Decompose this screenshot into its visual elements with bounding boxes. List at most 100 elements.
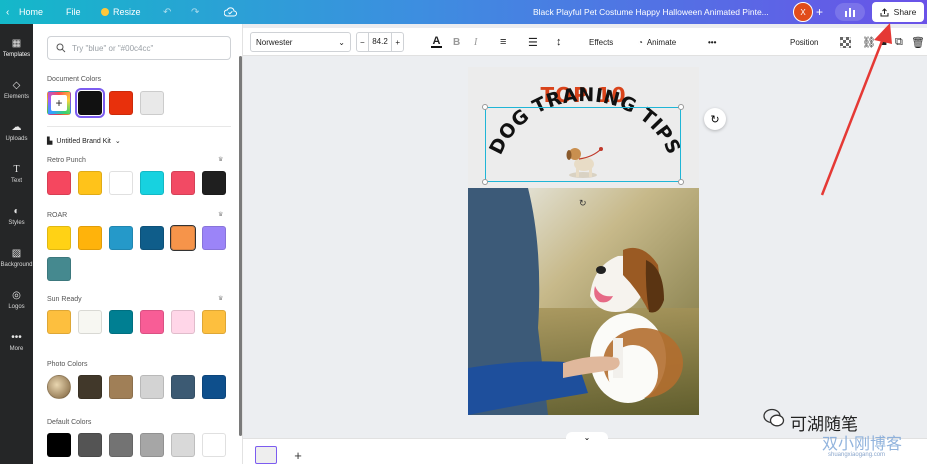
resize-handle[interactable]	[482, 179, 488, 185]
color-swatch[interactable]	[109, 310, 133, 334]
rail-item-templates[interactable]: ▦ Templates	[0, 34, 33, 74]
back-button[interactable]: ‹	[6, 0, 9, 24]
cloud-check-icon	[224, 7, 237, 17]
dog-photo[interactable]	[468, 188, 699, 415]
color-swatch[interactable]	[109, 375, 133, 399]
color-swatch[interactable]	[140, 310, 164, 334]
top-bar: ‹ Home File Resize ↶ ↷ Black Playful Pet…	[0, 0, 927, 24]
color-swatch[interactable]	[140, 433, 164, 457]
file-menu[interactable]: File	[66, 0, 81, 24]
resize-button[interactable]: Resize	[101, 0, 141, 24]
align-button[interactable]: ≡	[500, 28, 506, 56]
rail-label: Elements	[3, 94, 29, 100]
color-swatch[interactable]	[171, 310, 195, 334]
color-swatch[interactable]	[202, 433, 226, 457]
text-color-button[interactable]: A	[431, 28, 442, 56]
undo-icon: ↶	[163, 6, 172, 18]
palette-title: Photo Colors	[47, 361, 88, 368]
animate-button[interactable]: ◔ Animate	[638, 28, 676, 56]
color-swatch[interactable]	[170, 225, 196, 251]
rail-item-more[interactable]: ••• More	[0, 328, 33, 368]
add-page-button[interactable]: +	[290, 448, 306, 464]
home-button[interactable]: Home	[19, 0, 43, 24]
rail-label: Text	[10, 178, 22, 184]
color-swatch[interactable]	[109, 226, 133, 250]
color-swatch[interactable]	[78, 375, 102, 399]
chevron-down-icon: ⌄	[338, 37, 345, 47]
resize-handle[interactable]	[678, 179, 684, 185]
undo-button[interactable]: ↶	[163, 0, 171, 24]
font-size-value[interactable]: 84.2	[367, 33, 393, 51]
resize-handle[interactable]	[482, 104, 488, 110]
font-size-stepper[interactable]: − 84.2 +	[356, 32, 404, 52]
color-swatch[interactable]	[78, 433, 102, 457]
color-swatch[interactable]	[109, 433, 133, 457]
brand-kit-label: Untitled Brand Kit	[56, 137, 111, 145]
rail-item-logos[interactable]: ◎ Logos	[0, 286, 33, 326]
rail-item-text[interactable]: T Text	[0, 160, 33, 200]
color-swatch[interactable]	[47, 226, 71, 250]
color-swatch[interactable]	[171, 171, 195, 195]
color-swatch[interactable]	[140, 226, 164, 250]
color-search-input[interactable]: Try "blue" or "#00c4cc"	[47, 36, 231, 60]
brand-kit-dropdown[interactable]: ▙ Untitled Brand Kit ⌄	[47, 137, 121, 146]
resize-handle[interactable]	[678, 104, 684, 110]
add-color-button[interactable]: +	[47, 91, 71, 115]
color-swatch[interactable]	[140, 375, 164, 399]
spacing-button[interactable]: ↕	[556, 28, 562, 56]
rail-item-styles[interactable]: ◐ Styles	[0, 202, 33, 242]
rail-item-background[interactable]: ▨ Background	[0, 244, 33, 284]
list-icon: ☰	[528, 36, 538, 49]
italic-button[interactable]: I	[474, 28, 477, 56]
color-swatch[interactable]	[109, 171, 133, 195]
color-swatch[interactable]	[78, 226, 102, 250]
watermark-brand: 双小刚博客	[822, 434, 903, 453]
color-swatch[interactable]	[78, 171, 102, 195]
increase-size-button[interactable]: +	[392, 38, 403, 47]
list-button[interactable]: ☰	[528, 28, 538, 56]
color-swatch[interactable]	[171, 375, 195, 399]
elements-icon: ◇	[12, 80, 21, 91]
color-swatch[interactable]	[140, 171, 164, 195]
search-placeholder: Try "blue" or "#00c4cc"	[72, 43, 154, 53]
color-swatch[interactable]	[202, 375, 226, 399]
bold-button[interactable]: B	[453, 28, 460, 56]
page-thumbnail[interactable]	[255, 446, 277, 464]
color-swatch[interactable]	[47, 171, 71, 195]
decrease-size-button[interactable]: −	[357, 38, 368, 47]
pages-toggle[interactable]: ⌄	[566, 432, 608, 444]
color-swatch[interactable]	[202, 226, 226, 250]
color-swatch[interactable]	[75, 88, 105, 118]
color-swatch[interactable]	[140, 91, 164, 115]
photo-color-thumb[interactable]	[47, 375, 71, 399]
rail-item-uploads[interactable]: ☁ Uploads	[0, 118, 33, 158]
color-swatch[interactable]	[202, 171, 226, 195]
color-swatch[interactable]	[171, 433, 195, 457]
color-swatch[interactable]	[202, 310, 226, 334]
divider	[47, 126, 231, 127]
uploads-icon: ☁	[11, 122, 22, 133]
delete-button[interactable]: 🗑︎	[911, 28, 925, 56]
rail-item-elements[interactable]: ◇ Elements	[0, 76, 33, 116]
font-dropdown[interactable]: Norwester ⌄	[250, 32, 351, 52]
regenerate-button[interactable]: ↻	[704, 108, 726, 130]
color-swatch[interactable]	[47, 433, 71, 457]
document-title[interactable]: Black Playful Pet Costume Happy Hallowee…	[533, 0, 769, 24]
bold-icon: B	[453, 36, 461, 48]
color-swatch[interactable]	[47, 257, 71, 281]
plus-icon: +	[294, 448, 302, 463]
color-swatch[interactable]	[47, 310, 71, 334]
color-swatch[interactable]	[109, 91, 133, 115]
cloud-save-button[interactable]	[224, 0, 237, 24]
redo-button[interactable]: ↷	[191, 0, 199, 24]
text-selection-box[interactable]	[482, 104, 684, 185]
rotate-handle[interactable]: ↻	[579, 198, 587, 209]
effects-button[interactable]: Effects	[589, 28, 613, 56]
red-arrow-annotation	[820, 23, 892, 196]
redo-icon: ↷	[191, 6, 200, 18]
color-swatch[interactable]	[78, 310, 102, 334]
beagle-photo-art	[468, 188, 699, 415]
more-options-button[interactable]: •••	[708, 28, 716, 56]
text-icon: T	[13, 164, 20, 175]
panel-scrollbar[interactable]	[239, 56, 242, 436]
